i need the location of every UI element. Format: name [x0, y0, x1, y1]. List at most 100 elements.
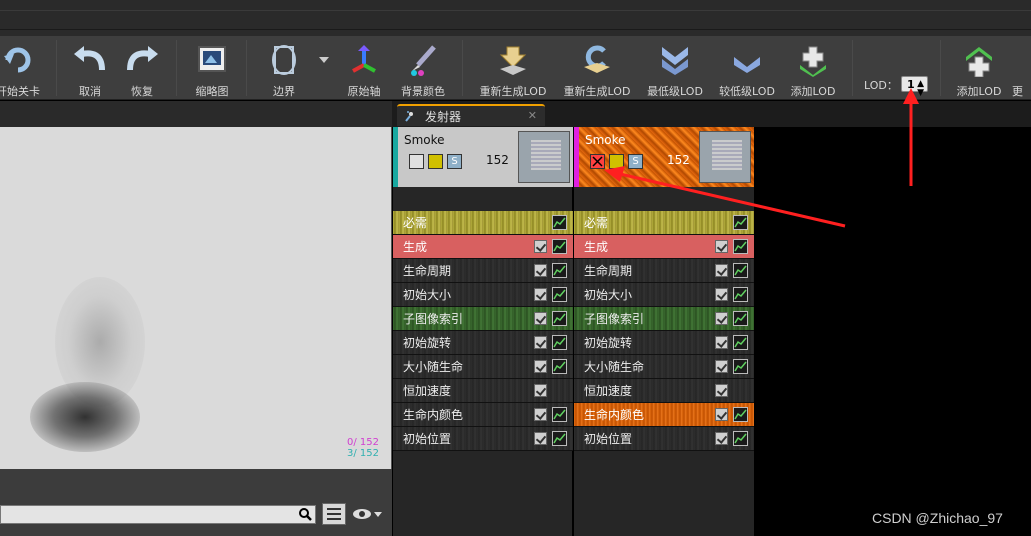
- module-enable-checkbox[interactable]: [715, 288, 728, 301]
- module-row[interactable]: 生成: [574, 235, 754, 259]
- module-enable-checkbox[interactable]: [715, 408, 728, 421]
- spinner-arrows-icon[interactable]: ▲ ▼: [917, 80, 924, 98]
- module-row[interactable]: 恒加速度: [574, 379, 754, 403]
- property-matrix-button[interactable]: [322, 503, 346, 525]
- lower-lod-button[interactable]: 较低级LOD: [716, 36, 778, 100]
- module-row[interactable]: 大小随生命: [393, 355, 573, 379]
- module-enable-checkbox[interactable]: [715, 312, 728, 325]
- module-enable-checkbox[interactable]: [534, 384, 547, 397]
- more-button[interactable]: 更: [1012, 36, 1031, 100]
- module-row[interactable]: 子图像索引: [574, 307, 754, 331]
- module-row[interactable]: 子图像索引: [393, 307, 573, 331]
- curve-graph-icon[interactable]: [552, 359, 567, 374]
- redo-button[interactable]: 恢复: [120, 36, 164, 100]
- emitter-tab-icon: [405, 111, 413, 122]
- curve-graph-icon[interactable]: [552, 407, 567, 422]
- module-row[interactable]: 初始大小: [393, 283, 573, 307]
- bounds-button[interactable]: 边界: [260, 36, 308, 100]
- emitter-header[interactable]: Smoke S 152: [574, 127, 754, 187]
- module-label: 必需: [584, 216, 609, 230]
- render-mode-icon[interactable]: S: [628, 154, 643, 169]
- disabled-checkbox[interactable]: [590, 154, 605, 169]
- undo-icon: [70, 40, 110, 80]
- curve-graph-icon[interactable]: [552, 335, 567, 350]
- module-enable-checkbox[interactable]: [534, 240, 547, 253]
- background-color-button[interactable]: 背景颜色: [396, 36, 450, 100]
- module-row[interactable]: 必需: [393, 211, 573, 235]
- thumbnail-grid: [531, 140, 561, 170]
- curve-graph-icon[interactable]: [733, 359, 748, 374]
- title-strip: [0, 0, 1031, 36]
- module-enable-checkbox[interactable]: [715, 432, 728, 445]
- module-enable-checkbox[interactable]: [534, 432, 547, 445]
- emitter-header[interactable]: Smoke S 152: [393, 127, 573, 187]
- curve-graph-icon[interactable]: [733, 239, 748, 254]
- module-enable-checkbox[interactable]: [534, 264, 547, 277]
- curve-graph-icon[interactable]: [552, 431, 567, 446]
- module-enable-checkbox[interactable]: [715, 264, 728, 277]
- regenerate-lod-duplicate-button[interactable]: 重新生成LOD: [560, 36, 634, 100]
- module-row[interactable]: 生成: [393, 235, 573, 259]
- curve-graph-icon[interactable]: [733, 215, 748, 230]
- curve-graph-icon[interactable]: [733, 407, 748, 422]
- curve-graph-icon[interactable]: [733, 311, 748, 326]
- curve-graph-icon[interactable]: [733, 335, 748, 350]
- toolbar-separator: [176, 40, 177, 96]
- search-input[interactable]: [0, 505, 316, 524]
- curve-graph-icon[interactable]: [552, 287, 567, 302]
- curve-graph-icon[interactable]: [552, 239, 567, 254]
- module-label: 生命内颜色: [403, 408, 464, 422]
- module-row[interactable]: 恒加速度: [393, 379, 573, 403]
- module-enable-checkbox[interactable]: [534, 408, 547, 421]
- module-row[interactable]: 大小随生命: [574, 355, 754, 379]
- lod-spinbox[interactable]: 1 ▲ ▼: [901, 76, 928, 98]
- title-strip-divider: [0, 10, 1031, 11]
- lowest-lod-label: 最低级LOD: [647, 85, 703, 98]
- module-row[interactable]: 初始大小: [574, 283, 754, 307]
- preview-viewport[interactable]: 0/ 152 3/ 152: [0, 127, 392, 469]
- module-enable-checkbox[interactable]: [715, 384, 728, 397]
- curve-graph-icon[interactable]: [733, 431, 748, 446]
- add-lod-after-button[interactable]: 添加LOD: [952, 36, 1006, 100]
- bounds-icon: [264, 40, 304, 80]
- emitter-particle-count: 152: [667, 153, 690, 167]
- module-row[interactable]: 初始位置: [574, 427, 754, 451]
- module-row[interactable]: 初始旋转: [393, 331, 573, 355]
- module-enable-checkbox[interactable]: [534, 336, 547, 349]
- module-enable-checkbox[interactable]: [534, 312, 547, 325]
- undo-label: 取消: [79, 85, 101, 98]
- module-row[interactable]: 生命内颜色: [574, 403, 754, 427]
- close-icon[interactable]: ✕: [528, 109, 537, 122]
- curve-graph-icon[interactable]: [552, 215, 567, 230]
- thumbnail-button[interactable]: 缩略图: [188, 36, 236, 100]
- regenerate-lod-button[interactable]: 重新生成LOD: [476, 36, 550, 100]
- module-enable-checkbox[interactable]: [534, 288, 547, 301]
- curve-graph-icon[interactable]: [733, 287, 748, 302]
- play-level-button[interactable]: 开始关卡: [0, 36, 48, 100]
- origin-axis-button[interactable]: 原始轴: [340, 36, 388, 100]
- solo-icon[interactable]: [609, 154, 624, 169]
- module-row[interactable]: 生命周期: [393, 259, 573, 283]
- module-enable-checkbox[interactable]: [715, 336, 728, 349]
- module-enable-checkbox[interactable]: [715, 240, 728, 253]
- eye-icon[interactable]: [352, 507, 382, 521]
- enable-checkbox[interactable]: [409, 154, 424, 169]
- module-row[interactable]: 必需: [574, 211, 754, 235]
- module-label: 初始位置: [403, 432, 452, 446]
- module-row[interactable]: 生命周期: [574, 259, 754, 283]
- tab-emitters[interactable]: 发射器 ✕: [397, 104, 545, 126]
- solo-icon[interactable]: [428, 154, 443, 169]
- module-enable-checkbox[interactable]: [534, 360, 547, 373]
- bounds-dropdown[interactable]: [316, 36, 332, 100]
- add-lod-button[interactable]: 添加LOD: [786, 36, 840, 100]
- undo-button[interactable]: 取消: [68, 36, 112, 100]
- lowest-lod-button[interactable]: 最低级LOD: [644, 36, 706, 100]
- curve-graph-icon[interactable]: [552, 263, 567, 278]
- module-row[interactable]: 初始旋转: [574, 331, 754, 355]
- module-enable-checkbox[interactable]: [715, 360, 728, 373]
- module-row[interactable]: 生命内颜色: [393, 403, 573, 427]
- module-row[interactable]: 初始位置: [393, 427, 573, 451]
- curve-graph-icon[interactable]: [552, 311, 567, 326]
- render-mode-icon[interactable]: S: [447, 154, 462, 169]
- curve-graph-icon[interactable]: [733, 263, 748, 278]
